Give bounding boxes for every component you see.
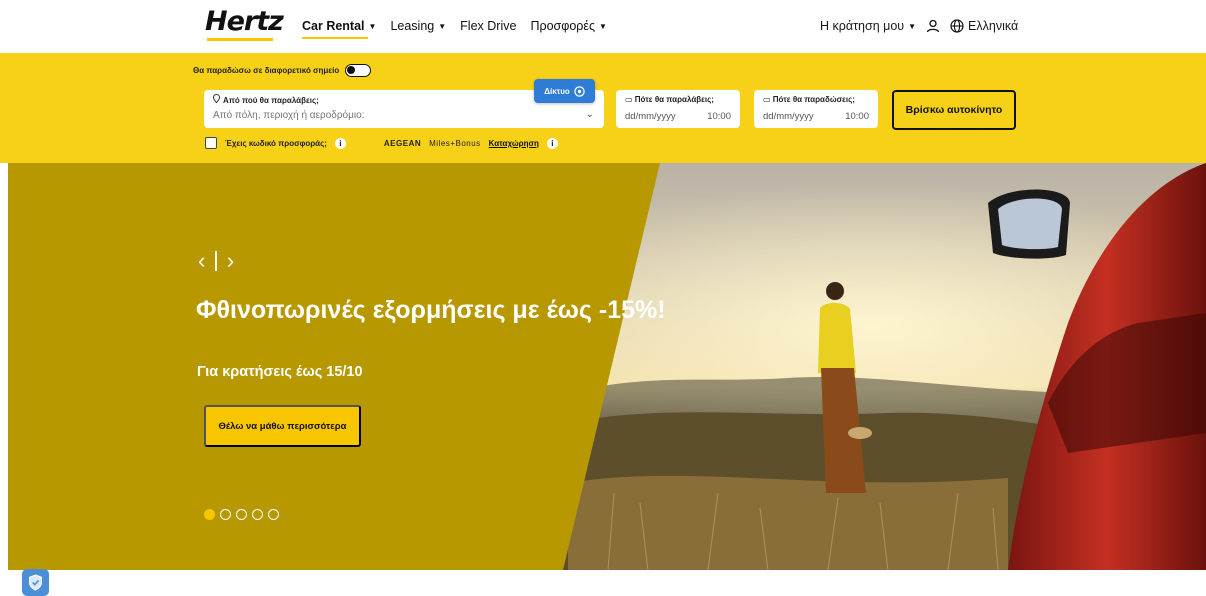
promo-row: Έχεις κωδικό προσφοράς; i AEGEAN Miles+B… xyxy=(205,137,558,149)
promo-code-checkbox[interactable] xyxy=(205,137,217,149)
caret-down-icon: ▼ xyxy=(908,21,917,31)
register-link[interactable]: Καταχώρηση xyxy=(489,139,539,148)
chevron-left-icon[interactable]: ‹ xyxy=(198,248,205,274)
info-icon[interactable]: i xyxy=(334,137,346,149)
slider-dots xyxy=(204,509,279,520)
my-booking-label: Η κράτηση μου xyxy=(820,19,905,33)
pickup-date-value[interactable]: dd/mm/yyyy xyxy=(625,111,676,122)
chevron-right-icon[interactable]: › xyxy=(227,248,234,274)
language-label: Ελληνικά xyxy=(968,19,1019,33)
different-return-row: Θα παραδώσω σε διαφορετικό σημείο xyxy=(193,64,372,77)
shield-check-icon[interactable] xyxy=(22,569,49,596)
map-pin-icon xyxy=(574,85,585,97)
nav-flex-drive[interactable]: Flex Drive xyxy=(460,19,516,33)
logo-underline xyxy=(207,38,273,41)
my-booking-menu[interactable]: Η κράτηση μου ▼ xyxy=(820,19,916,33)
hero-title: Φθινοπωρινές εξορμήσεις με έως -15%! xyxy=(196,296,666,324)
pickup-location-input[interactable] xyxy=(213,110,573,121)
different-return-label: Θα παραδώσω σε διαφορετικό σημείο xyxy=(193,66,340,75)
slider-dot[interactable] xyxy=(268,509,279,520)
pickup-date-field[interactable]: ▭ Πότε θα παραλάβεις; dd/mm/yyyy 10:00 xyxy=(616,90,740,128)
aegean-logo: AEGEAN xyxy=(383,138,422,148)
slider-arrows: ‹ › xyxy=(198,248,234,274)
return-date-label: ▭ Πότε θα παραδώσεις; xyxy=(763,95,855,104)
nav-offers-label: Προσφορές xyxy=(530,19,596,33)
find-car-button[interactable]: Βρίσκω αυτοκίνητο xyxy=(892,90,1016,130)
user-icon[interactable] xyxy=(926,19,940,33)
top-navigation: Hertz Car Rental ▼ Leasing ▼ Flex Drive … xyxy=(0,0,1206,53)
hertz-logo[interactable]: Hertz xyxy=(205,6,284,37)
pickup-location-label: Από πού θα παραλάβεις; xyxy=(212,93,319,105)
promo-code-label: Έχεις κωδικό προσφοράς; xyxy=(225,138,327,148)
return-date-value[interactable]: dd/mm/yyyy xyxy=(763,111,814,122)
nav-leasing[interactable]: Leasing ▼ xyxy=(390,19,446,33)
language-selector[interactable]: Ελληνικά xyxy=(950,19,1018,33)
location-pin-icon xyxy=(212,93,221,104)
pickup-location-label-text: Από πού θα παραλάβεις; xyxy=(223,96,319,105)
network-button[interactable]: Δίκτυο xyxy=(534,79,595,103)
nav-leasing-label: Leasing xyxy=(390,19,435,33)
caret-down-icon: ▼ xyxy=(438,21,447,31)
arrow-divider xyxy=(215,251,217,271)
slider-dot[interactable] xyxy=(252,509,263,520)
nav-car-rental-label: Car Rental xyxy=(302,19,365,33)
caret-down-icon: ▼ xyxy=(368,21,377,31)
chevron-down-icon[interactable]: ⌄ xyxy=(586,109,594,120)
pickup-date-label-text: Πότε θα παραλάβεις; xyxy=(634,95,714,104)
hero-photo xyxy=(8,163,1206,570)
different-return-toggle[interactable] xyxy=(345,64,372,77)
network-button-label: Δίκτυο xyxy=(544,86,570,96)
learn-more-button[interactable]: Θέλω να μάθω περισσότερα xyxy=(204,405,361,447)
pickup-date-label: ▭ Πότε θα παραλάβεις; xyxy=(625,95,714,104)
hero-banner xyxy=(8,163,1206,570)
slider-dot[interactable] xyxy=(204,509,215,520)
nav-offers[interactable]: Προσφορές ▼ xyxy=(530,19,607,33)
slider-dot[interactable] xyxy=(236,509,247,520)
return-date-field[interactable]: ▭ Πότε θα παραδώσεις; dd/mm/yyyy 10:00 xyxy=(754,90,878,128)
main-menu: Car Rental ▼ Leasing ▼ Flex Drive Προσφο… xyxy=(302,19,607,39)
nav-flex-drive-label: Flex Drive xyxy=(460,19,517,33)
hero-subtitle: Για κρατήσεις έως 15/10 xyxy=(197,364,363,380)
globe-icon xyxy=(950,19,964,33)
booking-search-bar: Θα παραδώσω σε διαφορετικό σημείο Από πο… xyxy=(0,53,1206,163)
slider-dot[interactable] xyxy=(220,509,231,520)
return-time-value[interactable]: 10:00 xyxy=(845,111,869,122)
account-menu: Η κράτηση μου ▼ Ελληνικά xyxy=(820,19,1018,33)
miles-bonus-logo: Miles+Bonus xyxy=(429,138,481,148)
calendar-icon: ▭ xyxy=(763,95,773,104)
return-date-label-text: Πότε θα παραδώσεις; xyxy=(772,95,855,104)
pickup-time-value[interactable]: 10:00 xyxy=(707,111,731,122)
calendar-icon: ▭ xyxy=(625,95,635,104)
caret-down-icon: ▼ xyxy=(599,21,607,31)
info-icon[interactable]: i xyxy=(546,137,558,149)
nav-car-rental[interactable]: Car Rental ▼ xyxy=(302,19,377,39)
